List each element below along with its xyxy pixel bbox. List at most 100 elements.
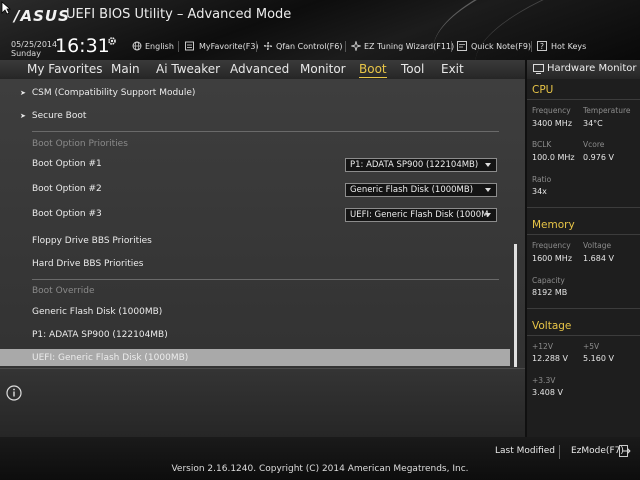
svg-text:?: ? <box>540 42 544 51</box>
toolbar-divider <box>451 41 452 52</box>
v12-value: 12.288 V <box>532 354 569 363</box>
language-label: English <box>145 41 174 51</box>
cpu-heading: CPU <box>532 84 554 96</box>
boot-override-item-selected[interactable]: UEFI: Generic Flash Disk (1000MB) <box>32 353 188 363</box>
scrollbar[interactable] <box>514 244 517 367</box>
boot-option-1-value: P1: ADATA SP900 (122104MB) <box>350 160 479 170</box>
myfavorite-button[interactable]: MyFavorite(F3) <box>185 39 259 53</box>
boot-option-3-label: Boot Option #3 <box>32 209 102 219</box>
ez-tuning-wizard-button[interactable]: EZ Tuning Wizard(F11) <box>351 39 454 53</box>
secure-boot-submenu-link[interactable]: ➤ Secure Boot <box>20 111 86 121</box>
help-info-bar <box>0 368 525 438</box>
floppy-drive-bbs-priorities[interactable]: Floppy Drive BBS Priorities <box>32 236 152 246</box>
v33-value: 3.408 V <box>532 388 563 397</box>
tab-advanced[interactable]: Advanced <box>230 62 289 76</box>
last-modified-button[interactable]: Last Modified <box>495 446 555 456</box>
tab-monitor[interactable]: Monitor <box>300 62 346 76</box>
tab-boot[interactable]: Boot <box>359 62 387 78</box>
myfavorite-label: MyFavorite(F3) <box>199 41 259 51</box>
dropdown-arrow-icon <box>485 163 491 167</box>
boot-option-3-select[interactable]: UEFI: Generic Flash Disk (1000M <box>345 208 497 222</box>
tuning-wizard-icon <box>351 41 361 51</box>
language-button[interactable]: English <box>132 39 174 53</box>
divider <box>527 335 640 336</box>
divider <box>527 99 640 100</box>
hot-keys-label: Hot Keys <box>551 41 587 51</box>
v5-value: 5.160 V <box>583 354 614 363</box>
boot-option-priorities-header: Boot Option Priorities <box>32 139 128 149</box>
date-display: 05/25/2014 Sunday <box>11 40 57 58</box>
ezmode-button[interactable]: EzMode(F7) <box>571 446 624 456</box>
chevron-right-icon: ➤ <box>20 89 26 97</box>
toolbar-divider <box>345 41 346 52</box>
boot-option-1-label: Boot Option #1 <box>32 159 102 169</box>
exit-to-ezmode-icon[interactable] <box>619 445 631 457</box>
gear-icon[interactable] <box>107 36 117 46</box>
divider <box>527 207 640 208</box>
secure-boot-label: Secure Boot <box>31 111 87 121</box>
memory-frequency-value: 1600 MHz <box>532 254 573 263</box>
boot-override-item[interactable]: Generic Flash Disk (1000MB) <box>32 307 162 317</box>
vcore-value: 0.976 V <box>583 153 614 162</box>
quick-note-button[interactable]: Quick Note(F9) <box>457 39 531 53</box>
memory-voltage-label: Voltage <box>583 241 612 250</box>
boot-override-item[interactable]: P1: ADATA SP900 (122104MB) <box>32 330 168 340</box>
memory-frequency-label: Frequency <box>532 241 571 250</box>
globe-icon <box>132 41 142 51</box>
boot-option-2-value: Generic Flash Disk (1000MB) <box>350 185 474 195</box>
toolbar-divider <box>531 41 532 52</box>
ratio-value: 34x <box>532 187 547 196</box>
v33-label: +3.3V <box>532 376 556 385</box>
cpu-temperature-value: 34°C <box>583 119 603 128</box>
divider <box>32 279 499 280</box>
qfan-control-button[interactable]: Qfan Control(F6) <box>263 39 342 53</box>
bclk-label: BCLK <box>532 140 552 149</box>
toolbar-divider <box>178 41 179 52</box>
footer: Last Modified EzMode(F7) Version 2.16.12… <box>0 437 640 480</box>
chevron-right-icon: ➤ <box>20 112 26 120</box>
cpu-frequency-label: Frequency <box>532 106 571 115</box>
footer-divider <box>559 445 560 459</box>
favorite-list-icon <box>185 41 194 51</box>
v12-label: +12V <box>532 342 553 351</box>
day-text: Sunday <box>11 49 41 58</box>
toolbar-divider <box>256 41 257 52</box>
boot-option-3-value: UEFI: Generic Flash Disk (1000M <box>350 210 489 220</box>
hot-keys-button[interactable]: ? Hot Keys <box>537 39 586 53</box>
bios-title: UEFI BIOS Utility – Advanced Mode <box>66 7 292 22</box>
hardware-monitor-panel: Hardware Monitor CPU Frequency Temperatu… <box>527 60 640 437</box>
boot-option-1-select[interactable]: P1: ADATA SP900 (122104MB) <box>345 158 497 172</box>
boot-override-header: Boot Override <box>32 286 95 296</box>
version-copyright: Version 2.16.1240. Copyright (C) 2014 Am… <box>171 464 469 474</box>
clock: 16:31 <box>55 35 110 57</box>
tab-my-favorites[interactable]: My Favorites <box>27 62 102 76</box>
tab-tool[interactable]: Tool <box>401 62 424 76</box>
quick-note-label: Quick Note(F9) <box>471 41 532 51</box>
cpu-frequency-value: 3400 MHz <box>532 119 573 128</box>
dropdown-arrow-icon <box>485 188 491 192</box>
bclk-value: 100.0 MHz <box>532 153 575 162</box>
capacity-label: Capacity <box>532 276 565 285</box>
v5-label: +5V <box>583 342 600 351</box>
memory-heading: Memory <box>532 219 575 231</box>
tab-exit[interactable]: Exit <box>441 62 464 76</box>
tab-ai-tweaker[interactable]: Ai Tweaker <box>156 62 220 76</box>
date-text: 05/25/2014 <box>11 40 58 49</box>
hard-drive-bbs-priorities[interactable]: Hard Drive BBS Priorities <box>32 259 143 269</box>
boot-option-2-label: Boot Option #2 <box>32 184 102 194</box>
divider <box>527 308 640 309</box>
tab-main[interactable]: Main <box>111 62 140 76</box>
boot-option-2-select[interactable]: Generic Flash Disk (1000MB) <box>345 183 497 197</box>
capacity-value: 8192 MB <box>532 288 568 297</box>
cpu-temperature-label: Temperature <box>583 106 631 115</box>
info-icon <box>6 385 22 401</box>
voltage-heading: Voltage <box>532 320 572 332</box>
note-icon <box>457 41 467 51</box>
ez-tuning-label: EZ Tuning Wizard(F11) <box>364 41 455 51</box>
ratio-label: Ratio <box>532 175 552 184</box>
divider <box>527 234 640 235</box>
csm-submenu-link[interactable]: ➤ CSM (Compatibility Support Module) <box>20 88 195 98</box>
asus-logo: /ASUS <box>14 7 70 25</box>
qfan-label: Qfan Control(F6) <box>276 41 343 51</box>
vcore-label: Vcore <box>583 140 605 149</box>
